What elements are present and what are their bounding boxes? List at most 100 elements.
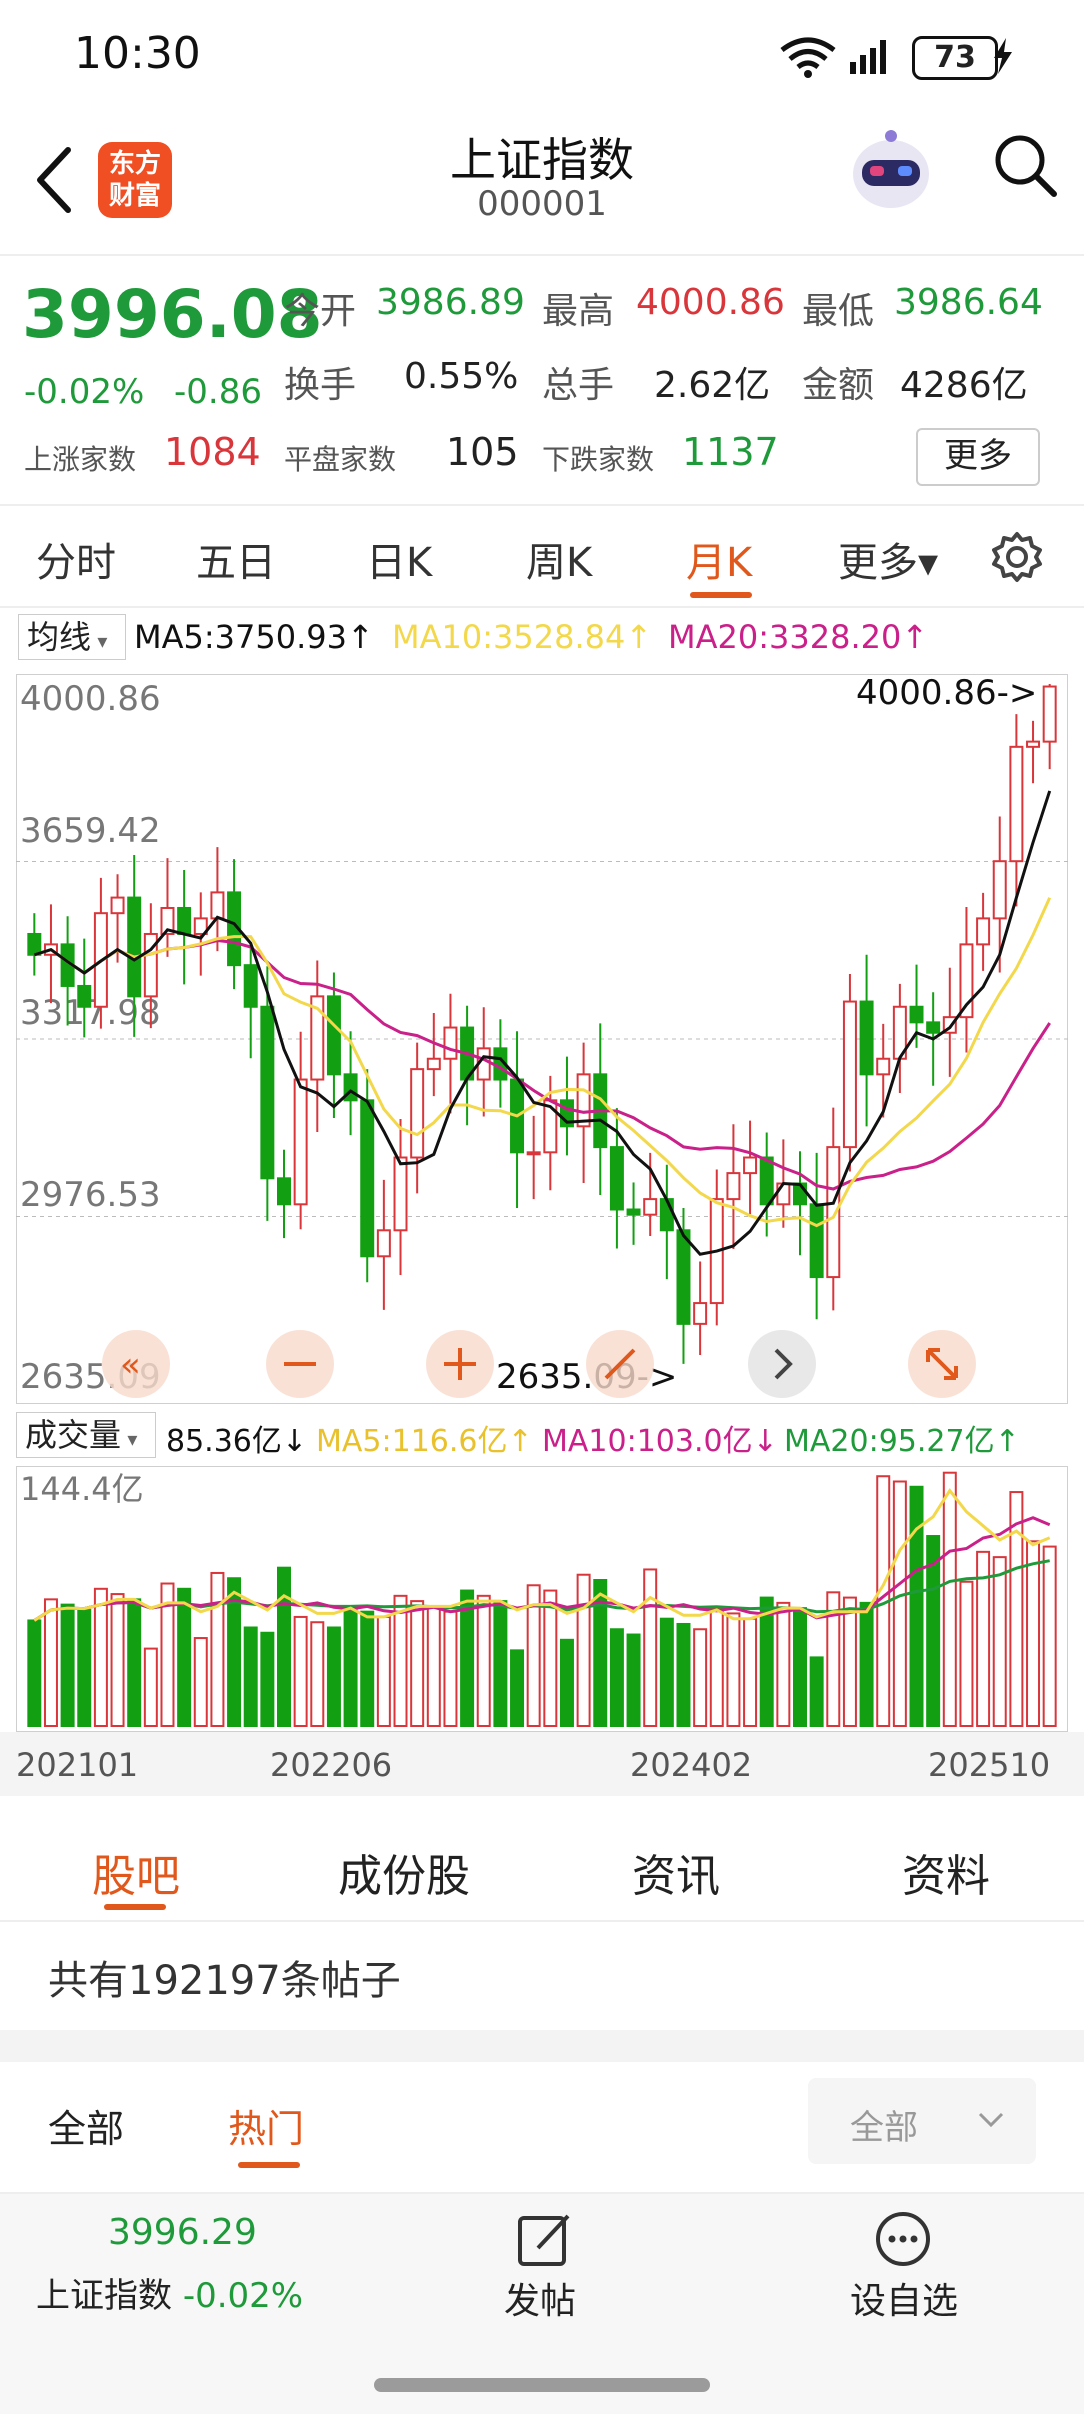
volume-bar <box>510 1649 525 1727</box>
battery-icon: 73 <box>912 36 998 80</box>
x-label: 202101 <box>16 1746 139 1784</box>
open-label: 今开 <box>284 291 357 332</box>
volume-bar <box>726 1612 741 1728</box>
candle <box>676 1229 691 1325</box>
active-tab-indicator <box>690 592 752 598</box>
candle <box>110 896 125 915</box>
add-watchlist-label[interactable]: 设自选 <box>850 2272 958 2324</box>
post-edit-icon[interactable] <box>516 2212 572 2268</box>
volume-bar <box>260 1631 275 1728</box>
post-button-label[interactable]: 发帖 <box>504 2272 576 2324</box>
search-icon[interactable] <box>990 130 1060 200</box>
candle <box>127 896 142 998</box>
volume-bar <box>343 1605 358 1728</box>
tab-constituents[interactable]: 成份股 <box>338 1840 470 1904</box>
wifi-icon <box>780 37 836 78</box>
volume-bar <box>626 1633 641 1728</box>
zoom-in-button[interactable] <box>426 1330 494 1398</box>
candle <box>643 1198 658 1216</box>
volume-indicator-select[interactable]: 成交量 ▾ <box>16 1412 156 1458</box>
y-label-max: 4000.86 <box>20 679 161 719</box>
amount-label: 金额 <box>802 365 875 406</box>
candle <box>693 1302 708 1325</box>
volume-chart[interactable]: 144.4亿 <box>16 1466 1068 1732</box>
flat-count: 105 <box>446 430 519 474</box>
candle <box>726 1172 741 1201</box>
chevron-down-icon <box>978 2112 1004 2128</box>
tab-daily-k[interactable]: 日K <box>366 530 432 588</box>
volume-bar <box>476 1594 491 1727</box>
active-filter-indicator <box>238 2162 300 2168</box>
filter-tab-all[interactable]: 全部 <box>48 2098 124 2153</box>
candle <box>410 1068 425 1159</box>
candle <box>1042 685 1057 743</box>
scroll-left-button[interactable]: « <box>102 1330 170 1398</box>
candle <box>659 1198 674 1232</box>
assistant-robot-icon[interactable] <box>846 126 936 216</box>
volume-bar <box>543 1589 558 1727</box>
candle <box>759 1156 774 1206</box>
filter-tab-hot[interactable]: 热门 <box>228 2098 304 2153</box>
candle <box>809 1203 824 1279</box>
divider <box>0 504 1084 506</box>
add-watchlist-icon[interactable] <box>874 2210 932 2268</box>
section-separator <box>0 2030 1084 2062</box>
volume-bar <box>27 1619 42 1728</box>
volume-bar <box>942 1471 957 1728</box>
scroll-right-button[interactable] <box>748 1330 816 1398</box>
volume-bar <box>243 1626 258 1728</box>
kline-chart[interactable]: 4000.86 3659.42 3317.98 2976.53 2635.09 … <box>16 674 1068 1404</box>
volume-bar <box>77 1608 92 1728</box>
divider <box>0 606 1084 608</box>
candle <box>609 1146 624 1211</box>
tab-five-day[interactable]: 五日 <box>196 530 276 588</box>
draw-tool-button[interactable] <box>586 1330 654 1398</box>
tab-intraday[interactable]: 分时 <box>36 530 116 588</box>
change-value: -0.86 <box>174 372 262 412</box>
candle <box>177 906 192 935</box>
volume-bar <box>60 1603 75 1728</box>
x-label: 202510 <box>928 1746 1051 1784</box>
volume-bar <box>709 1607 724 1728</box>
candle <box>426 1057 441 1071</box>
turnover-value: 0.55% <box>404 356 519 397</box>
candle <box>1026 740 1041 748</box>
tab-profile[interactable]: 资料 <box>902 1840 990 1904</box>
filter-dropdown[interactable]: 全部 <box>808 2078 1036 2164</box>
volume-bar <box>326 1626 341 1728</box>
candle <box>526 1151 541 1156</box>
zoom-out-button[interactable] <box>266 1330 334 1398</box>
more-quote-button[interactable]: 更多 <box>916 428 1040 486</box>
candle <box>842 1000 857 1149</box>
volume-bar <box>959 1580 974 1727</box>
volume-bar <box>743 1617 758 1728</box>
settings-gear-icon[interactable] <box>990 530 1044 584</box>
volume-bar <box>93 1587 108 1727</box>
volume-bar <box>1042 1545 1057 1728</box>
status-time: 10:30 <box>74 28 201 79</box>
tab-weekly-k[interactable]: 周K <box>526 530 592 588</box>
tab-guba[interactable]: 股吧 <box>92 1840 180 1904</box>
volume-bar <box>759 1596 774 1727</box>
candle <box>443 1026 458 1060</box>
tab-news[interactable]: 资讯 <box>632 1840 720 1904</box>
candle <box>360 1099 375 1258</box>
tab-more-periods[interactable]: 更多▾ <box>838 530 938 588</box>
candle <box>909 1005 924 1024</box>
candle <box>393 1156 408 1232</box>
ticker-label[interactable]: 上证指数 -0.02% <box>36 2268 303 2317</box>
volume-bar <box>193 1637 208 1728</box>
volume-bar <box>360 1610 375 1728</box>
fullscreen-button[interactable] <box>908 1330 976 1398</box>
vol-ma10-readout: MA10:103.0亿↓ <box>542 1424 778 1459</box>
high-label: 最高 <box>542 291 615 332</box>
tab-monthly-k[interactable]: 月K <box>686 530 752 588</box>
indicator-select[interactable]: 均线 ▾ <box>18 614 126 660</box>
volume-bar <box>659 1617 674 1728</box>
post-count: 共有192197条帖子 <box>48 1958 401 2004</box>
ticker-price[interactable]: 3996.29 <box>108 2212 257 2253</box>
candle <box>277 1177 291 1206</box>
home-indicator[interactable] <box>374 2378 710 2392</box>
open-value: 3986.89 <box>376 282 525 323</box>
candle <box>743 1156 758 1175</box>
